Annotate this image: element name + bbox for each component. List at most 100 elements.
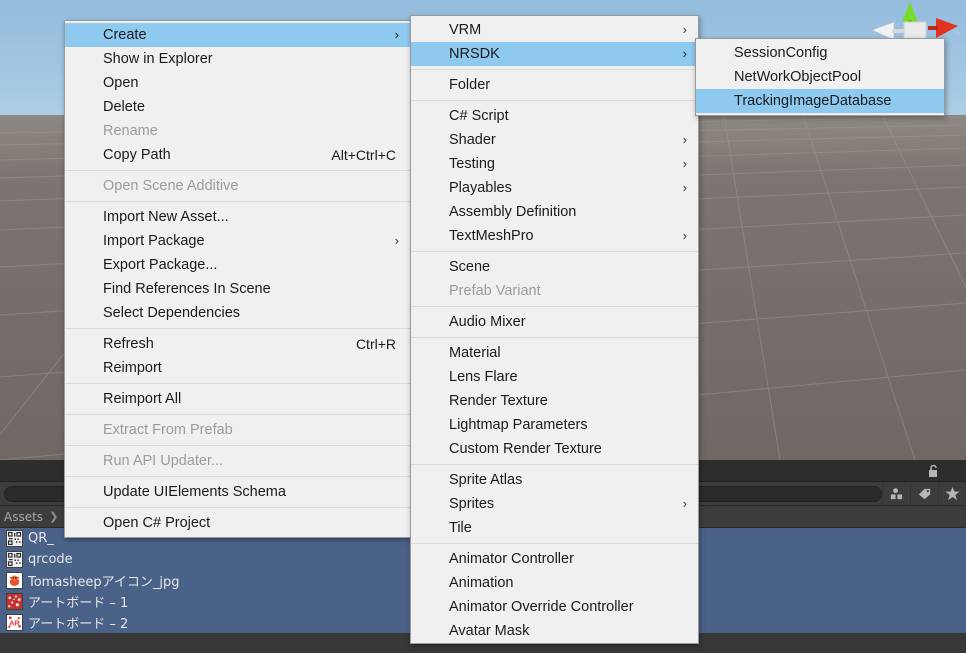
nrsdk-submenu[interactable]: SessionConfig NetWorkObjectPool TrackingIm…: [695, 38, 945, 116]
gizmo-x-label: x: [955, 26, 960, 36]
menu-separator: [65, 201, 410, 202]
menu-item-c-script[interactable]: C# Script: [411, 104, 698, 128]
menu-separator: [411, 337, 698, 338]
menu-item-label: Prefab Variant: [449, 283, 541, 299]
asset-name-label: qrcode: [28, 552, 73, 567]
menu-item-tile[interactable]: Tile: [411, 516, 698, 540]
menu-item-custom-render-texture[interactable]: Custom Render Texture: [411, 437, 698, 461]
lock-open-icon[interactable]: [926, 464, 940, 478]
menu-item-label: Material: [449, 345, 501, 361]
menu-item-label: Delete: [103, 99, 145, 115]
menu-item-rename: Rename: [65, 119, 410, 143]
menu-item-label: Sprite Atlas: [449, 472, 523, 488]
menu-separator: [411, 464, 698, 465]
menu-item-label: Rename: [103, 123, 158, 139]
menu-item-label: Open Scene Additive: [103, 178, 239, 194]
artboard-1-thumbnail: [6, 593, 23, 610]
menu-item-label: Tile: [449, 520, 472, 536]
menu-item-import-new-asset[interactable]: Import New Asset...: [65, 205, 410, 229]
label-tag-icon[interactable]: [910, 482, 938, 505]
menu-item-folder[interactable]: Folder: [411, 73, 698, 97]
menu-item-label: Open: [103, 75, 139, 91]
asset-name-label: QR_: [28, 531, 54, 546]
menu-item-nrsdk[interactable]: NRSDK ›: [411, 42, 698, 66]
menu-separator: [411, 543, 698, 544]
menu-item-show-in-explorer[interactable]: Show in Explorer: [65, 47, 410, 71]
menu-item-animator-override-controller[interactable]: Animator Override Controller: [411, 595, 698, 619]
sheep-icon-thumbnail: [6, 572, 23, 589]
menu-item-label: Scene: [449, 259, 491, 275]
menu-item-material[interactable]: Material: [411, 341, 698, 365]
menu-item-run-api-updater: Run API Updater...: [65, 449, 410, 473]
menu-item-reimport[interactable]: Reimport: [65, 356, 410, 380]
menu-item-avatar-mask[interactable]: Avatar Mask: [411, 619, 698, 643]
menu-item-extract-from-prefab: Extract From Prefab: [65, 418, 410, 442]
menu-item-label: Reimport All: [103, 391, 182, 407]
menu-item-shader[interactable]: Shader ›: [411, 128, 698, 152]
menu-item-label: NetWorkObjectPool: [734, 69, 862, 85]
menu-item-label: Run API Updater...: [103, 453, 224, 469]
chevron-right-icon: ›: [682, 180, 687, 195]
menu-item-prefab-variant: Prefab Variant: [411, 279, 698, 303]
menu-item-animation[interactable]: Animation: [411, 571, 698, 595]
menu-item-export-package[interactable]: Export Package...: [65, 253, 410, 277]
menu-separator: [411, 100, 698, 101]
menu-item-copy-path[interactable]: Copy Path Alt+Ctrl+C: [65, 143, 410, 167]
menu-separator: [411, 251, 698, 252]
menu-item-create[interactable]: Create ›: [65, 23, 410, 47]
menu-item-audio-mixer[interactable]: Audio Mixer: [411, 310, 698, 334]
menu-item-testing[interactable]: Testing ›: [411, 152, 698, 176]
menu-item-label: Show in Explorer: [103, 51, 213, 67]
menu-item-label: Find References In Scene: [103, 281, 271, 297]
menu-item-open-c-project[interactable]: Open C# Project: [65, 511, 410, 535]
menu-item-animator-controller[interactable]: Animator Controller: [411, 547, 698, 571]
menu-item-label: SessionConfig: [734, 45, 828, 61]
menu-item-reimport-all[interactable]: Reimport All: [65, 387, 410, 411]
menu-separator: [65, 507, 410, 508]
menu-item-label: C# Script: [449, 108, 509, 124]
menu-item-delete[interactable]: Delete: [65, 95, 410, 119]
menu-item-lens-flare[interactable]: Lens Flare: [411, 365, 698, 389]
menu-item-refresh[interactable]: Refresh Ctrl+R: [65, 332, 410, 356]
chevron-right-icon: ›: [682, 46, 687, 61]
menu-item-sessionconfig[interactable]: SessionConfig: [696, 41, 944, 65]
menu-item-label: TextMeshPro: [449, 228, 534, 244]
breadcrumb-separator-icon: ❯: [49, 511, 59, 523]
menu-separator: [65, 328, 410, 329]
menu-item-networkobjectpool[interactable]: NetWorkObjectPool: [696, 65, 944, 89]
menu-item-lightmap-parameters[interactable]: Lightmap Parameters: [411, 413, 698, 437]
create-submenu[interactable]: VRM › NRSDK › Folder C# Script Shader › Testing ›…: [410, 15, 699, 644]
menu-item-label: Playables: [449, 180, 512, 196]
menu-item-label: Copy Path: [103, 147, 171, 163]
menu-item-label: Export Package...: [103, 257, 218, 273]
asset-context-menu[interactable]: Create › Show in Explorer Open Delete Rename C…: [64, 20, 411, 538]
menu-item-scene[interactable]: Scene: [411, 255, 698, 279]
menu-item-render-texture[interactable]: Render Texture: [411, 389, 698, 413]
menu-item-update-uielements-schema[interactable]: Update UIElements Schema: [65, 480, 410, 504]
menu-item-label: Sprites: [449, 496, 495, 512]
menu-item-playables[interactable]: Playables ›: [411, 176, 698, 200]
object-picker-icon[interactable]: [882, 482, 910, 505]
menu-item-textmeshpro[interactable]: TextMeshPro ›: [411, 224, 698, 248]
menu-item-trackingimagedatabase[interactable]: TrackingImageDatabase: [696, 89, 944, 113]
breadcrumb-root[interactable]: Assets: [0, 510, 43, 524]
menu-item-select-dependencies[interactable]: Select Dependencies: [65, 301, 410, 325]
menu-item-open[interactable]: Open: [65, 71, 410, 95]
menu-separator: [65, 170, 410, 171]
menu-separator: [65, 476, 410, 477]
menu-item-import-package[interactable]: Import Package ›: [65, 229, 410, 253]
menu-item-sprite-atlas[interactable]: Sprite Atlas: [411, 468, 698, 492]
menu-item-assembly-definition[interactable]: Assembly Definition: [411, 200, 698, 224]
menu-item-find-references-in-scene[interactable]: Find References In Scene: [65, 277, 410, 301]
menu-separator: [65, 414, 410, 415]
menu-item-label: Import New Asset...: [103, 209, 229, 225]
menu-item-shortcut: Ctrl+R: [355, 336, 396, 352]
menu-item-label: Shader: [449, 132, 496, 148]
menu-item-label: TrackingImageDatabase: [734, 93, 892, 109]
menu-item-vrm[interactable]: VRM ›: [411, 18, 698, 42]
favorite-star-icon[interactable]: [938, 482, 966, 505]
menu-item-sprites[interactable]: Sprites ›: [411, 492, 698, 516]
menu-item-open-scene-additive: Open Scene Additive: [65, 174, 410, 198]
menu-item-label: Custom Render Texture: [449, 441, 602, 457]
menu-item-label: Folder: [449, 77, 491, 93]
